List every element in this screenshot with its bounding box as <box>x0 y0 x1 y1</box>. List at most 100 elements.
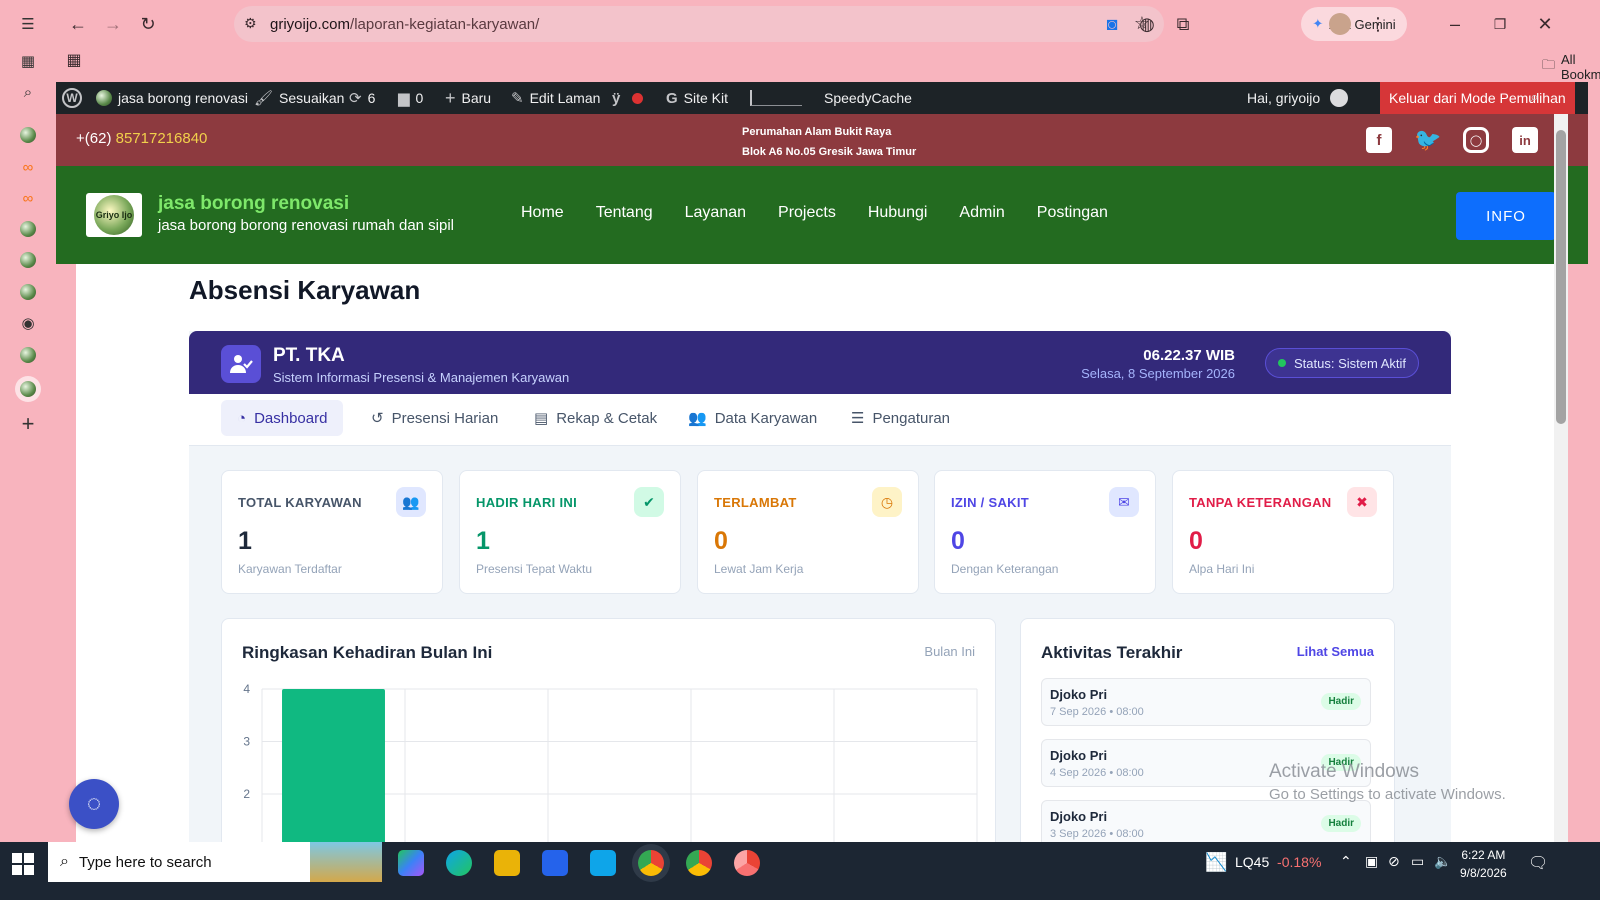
wp-admin-bar: W jasa borong renovasi 🖌 Sesuaikan ⟳ 6 ▆ 0 … <box>56 82 1588 114</box>
back-icon[interactable]: ← <box>64 10 92 38</box>
site-logo[interactable]: Griyo Ijo <box>86 193 142 237</box>
info-button[interactable]: INFO <box>1456 192 1556 240</box>
reload-icon[interactable]: ↻ <box>134 10 162 38</box>
site-favicon-icon[interactable] <box>18 219 38 239</box>
store-icon[interactable] <box>542 850 568 876</box>
recent-activity-card: Aktivitas Terakhir Lihat Semua Djoko Pri… <box>1020 618 1395 871</box>
user-x-icon: ✖ <box>1347 487 1377 517</box>
linkedin-icon[interactable]: in <box>1512 127 1538 153</box>
display-icon[interactable]: ▭ <box>1411 853 1424 870</box>
nav-projects[interactable]: Projects <box>778 204 836 222</box>
nav-layanan[interactable]: Layanan <box>685 204 746 222</box>
app-subtitle: Sistem Informasi Presensi & Manajemen Ka… <box>273 370 570 385</box>
tab-presensi-harian[interactable]: ↺ Presensi Harian <box>355 400 514 436</box>
edge-icon[interactable] <box>446 850 472 876</box>
tab-data-karyawan[interactable]: 👥 Data Karyawan <box>672 400 833 436</box>
nav-home[interactable]: Home <box>521 204 564 222</box>
speedycache-link[interactable]: SpeedyCache <box>824 82 912 114</box>
tab-dashboard[interactable]: ◔ Dashboard <box>221 400 344 436</box>
search-icon[interactable]: ⌕ <box>1530 82 1539 114</box>
wp-account-menu[interactable]: Hai, griyoijo <box>1247 82 1349 114</box>
wp-customize-link[interactable]: 🖌 Sesuaikan <box>254 82 344 114</box>
windows-start-icon[interactable] <box>12 853 34 875</box>
facebook-icon[interactable]: f <box>1366 127 1392 153</box>
site-favicon-icon[interactable] <box>18 250 38 270</box>
exit-recovery-mode-button[interactable]: Keluar dari Mode Pemulihan <box>1380 82 1575 114</box>
menu-dots-icon[interactable]: ⋮ <box>1364 10 1392 38</box>
browser-toolbar: ← → ↻ ⚙ griyoijo.com/laporan-kegiatan-ka… <box>56 0 1600 82</box>
close-window-icon[interactable]: ✕ <box>1531 10 1559 38</box>
phone-number[interactable]: +(62) 85717216840 <box>76 130 207 147</box>
site-title[interactable]: jasa borong renovasi <box>158 193 349 215</box>
site-kit-sparkline[interactable] <box>750 82 802 114</box>
instagram-icon[interactable]: ◯ <box>1463 127 1489 153</box>
activity-item[interactable]: Djoko Pri 7 Sep 2026 • 08:00 Hadir <box>1041 678 1371 726</box>
tab-rekap-cetak[interactable]: ▤ Rekap & Cetak <box>518 400 673 436</box>
yoast-icon: ÿ <box>612 89 621 107</box>
all-bookmarks-button[interactable]: 🗀 All Bookmarks <box>1542 52 1600 82</box>
stat-subtext: Karyawan Terdaftar <box>238 562 342 576</box>
collapse-menu-icon[interactable]: ☰ <box>18 14 38 34</box>
copilot-icon[interactable] <box>398 850 424 876</box>
activity-item[interactable]: Djoko Pri 3 Sep 2026 • 08:00 Hadir <box>1041 800 1371 848</box>
file-explorer-icon[interactable] <box>494 850 520 876</box>
address-bar[interactable]: ⚙ griyoijo.com/laporan-kegiatan-karyawan… <box>234 6 1164 42</box>
cookie-settings-button[interactable]: ◌ <box>69 779 119 829</box>
apps-grid-icon[interactable]: ▦ <box>18 51 38 71</box>
tab-pengaturan[interactable]: ☰ Pengaturan <box>835 400 966 436</box>
scrollbar-thumb[interactable] <box>1556 130 1566 424</box>
envelope-icon: ✉ <box>1109 487 1139 517</box>
outlook-icon[interactable] <box>590 850 616 876</box>
tray-chevron-icon[interactable]: ⌃ <box>1340 853 1352 870</box>
stat-value: 1 <box>476 527 490 555</box>
chrome-icon[interactable] <box>686 850 712 876</box>
taskbar-clock[interactable]: 6:22 AM 9/8/2026 <box>1460 846 1507 882</box>
network-icon[interactable]: ⊘ <box>1388 853 1400 870</box>
yoast-seo-link[interactable]: ÿ <box>612 82 644 114</box>
add-icon[interactable]: + <box>18 411 38 436</box>
user-check-icon: ✔ <box>634 487 664 517</box>
page-scrollbar[interactable] <box>1554 114 1568 860</box>
wp-new-link[interactable]: + Baru <box>445 82 491 114</box>
twitter-icon[interactable]: 🐦 <box>1414 127 1441 153</box>
globe-icon[interactable]: ◉ <box>18 313 38 333</box>
link-icon[interactable]: ∞ <box>18 188 38 208</box>
screen-capture-icon[interactable]: ◙ <box>1098 10 1126 38</box>
wp-site-name-link[interactable]: jasa borong renovasi <box>96 82 248 114</box>
site-favicon-icon[interactable] <box>18 125 38 145</box>
view-all-link[interactable]: Lihat Semua <box>1297 644 1374 659</box>
meet-now-icon[interactable]: ▣ <box>1365 853 1378 870</box>
nav-hubungi[interactable]: Hubungi <box>868 204 928 222</box>
restore-icon[interactable]: ❐ <box>1486 10 1514 38</box>
active-site-favicon-icon[interactable] <box>15 376 41 402</box>
minimize-icon[interactable]: – <box>1441 10 1469 38</box>
nav-admin[interactable]: Admin <box>959 204 1004 222</box>
stock-ticker[interactable]: LQ45 -0.18% <box>1235 854 1321 870</box>
volume-icon[interactable]: 🔈 <box>1434 853 1451 870</box>
tab-grid-icon[interactable]: ▦ <box>60 46 88 74</box>
wp-edit-page-link[interactable]: ✎ Edit Laman <box>511 82 600 114</box>
search-tabs-icon[interactable]: ⌕ <box>18 82 38 102</box>
site-favicon-icon[interactable] <box>18 345 38 365</box>
y-tick-label: 4 <box>243 682 250 696</box>
nav-postingan[interactable]: Postingan <box>1037 204 1108 222</box>
extension-icon[interactable]: ◍ <box>1133 10 1161 38</box>
site-favicon-icon[interactable] <box>18 282 38 302</box>
wp-comments-link[interactable]: ▆ 0 <box>398 82 423 114</box>
taskbar-search-input[interactable]: ⌕ Type here to search <box>48 842 382 882</box>
wp-updates-link[interactable]: ⟳ 6 <box>349 82 375 114</box>
site-info-icon[interactable]: ⚙ <box>244 15 257 32</box>
chrome-icon[interactable] <box>734 850 760 876</box>
forward-icon[interactable]: → <box>99 10 127 38</box>
profile-avatar[interactable] <box>1329 13 1351 35</box>
app-banner: PT. TKA Sistem Informasi Presensi & Mana… <box>189 331 1451 394</box>
notifications-icon[interactable]: 🗨 <box>1528 853 1548 873</box>
link-icon[interactable]: ∞ <box>18 157 38 177</box>
wordpress-logo-icon[interactable]: W <box>62 82 82 114</box>
url-path: /laporan-kegiatan-karyawan/ <box>350 16 540 33</box>
cookie-icon: ◌ <box>86 790 102 817</box>
nav-tentang[interactable]: Tentang <box>596 204 653 222</box>
site-kit-link[interactable]: G Site Kit <box>666 82 728 114</box>
chrome-icon[interactable] <box>638 850 664 876</box>
puzzle-extensions-icon[interactable]: ⧉ <box>1169 10 1197 38</box>
